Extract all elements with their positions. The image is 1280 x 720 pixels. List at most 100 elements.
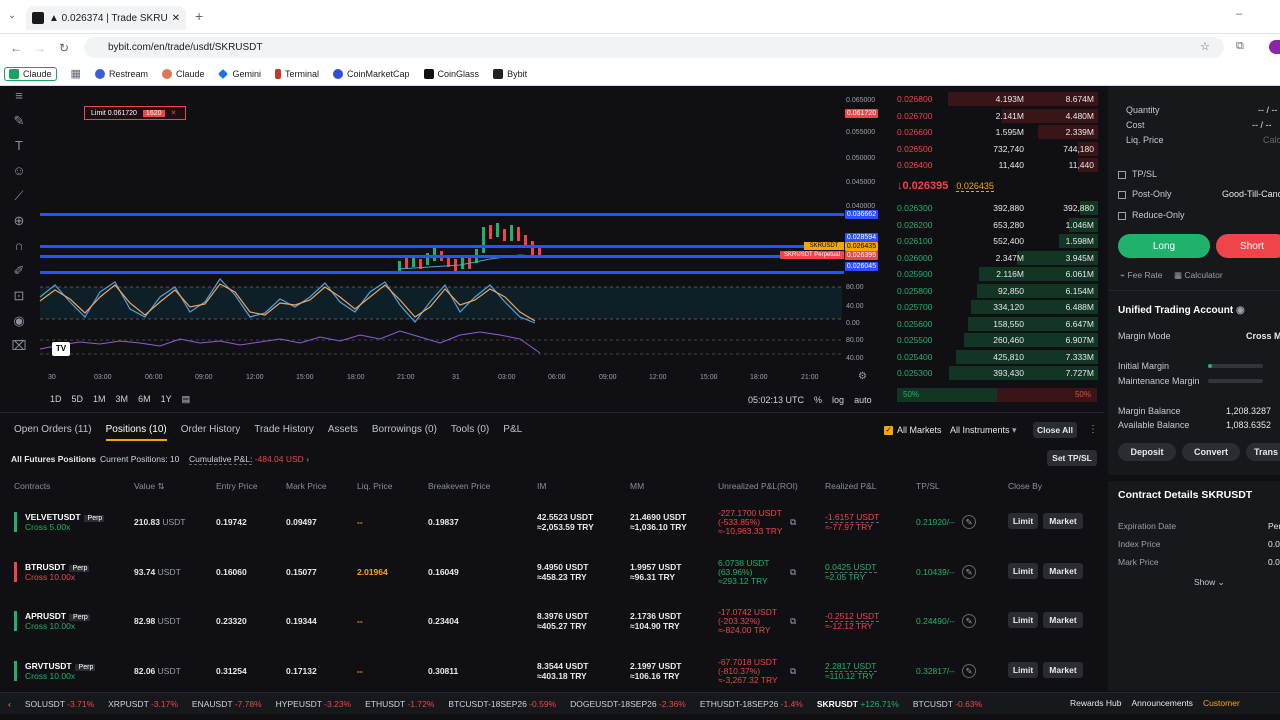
ticker-item[interactable]: HYPEUSDT -3.23% [276,699,351,709]
calendar-icon[interactable]: ▤ [182,394,191,405]
reload-icon[interactable]: ↻ [56,41,72,55]
customer-service-link[interactable]: Customer [1203,698,1240,708]
ticker-item[interactable]: ENAUSDT -7.78% [192,699,262,709]
bookmark-bybit[interactable]: Bybit [493,68,527,79]
close-all-button[interactable]: Close All [1033,422,1077,438]
range-5d[interactable]: 5D [72,394,84,405]
browser-tab[interactable]: ▲ 0.026374 | Trade SKRUSDT | B ✕ [26,6,186,30]
extensions-icon[interactable]: ⧉ [1236,40,1244,53]
ticker-item[interactable]: BTCUSDT-18SEP26 -0.59% [448,699,556,709]
ask-row[interactable]: 0.026700 2.141M 4.480M [892,108,1104,124]
bid-row[interactable]: 0.025300 393,430 7.727M [892,365,1104,381]
time-in-force-select[interactable]: Good-Till-Canc [1222,189,1280,199]
ticker-item[interactable]: ETHUSDT -1.72% [365,699,434,709]
leverage-mode[interactable]: Cross 10.00x [25,621,75,631]
bid-row[interactable]: 0.025800 92,850 6.154M [892,283,1104,299]
share-icon[interactable]: ⧉ [790,616,796,626]
liq-calc-link[interactable]: Calc [1263,135,1280,145]
ticker-item[interactable]: SOLUSDT -3.71% [25,699,94,709]
ask-row[interactable]: 0.026600 1.595M 2.339M [892,124,1104,140]
lock-icon[interactable]: ⊡ [10,288,28,306]
bookmark-gemini[interactable]: Gemini [218,69,261,79]
minimize-icon[interactable]: – [1236,8,1242,20]
all-markets-checkbox[interactable]: ✓ All Markets [884,425,942,435]
share-icon[interactable]: ⧉ [790,567,796,577]
new-tab-icon[interactable]: + [195,8,203,24]
rewards-hub-link[interactable]: Rewards Hub [1070,698,1122,708]
bookmark-star-icon[interactable]: ☆ [1200,40,1210,53]
ticker-item[interactable]: XRPUSDT -3.17% [108,699,178,709]
tab-tools[interactable]: Tools (0) [451,424,489,441]
leverage-mode[interactable]: Cross 10.00x [25,671,75,681]
edit-icon[interactable]: ✎ [962,515,976,529]
limit-close-button[interactable]: Limit [1008,661,1038,678]
close-tab-icon[interactable]: ✕ [172,13,180,24]
bookmark-restream[interactable]: Restream [94,68,148,79]
margin-mode-value[interactable]: Cross M [1246,331,1280,341]
more-options-icon[interactable]: ⋮ [1088,424,1098,435]
tpsl-checkbox[interactable]: TP/SL [1118,169,1157,179]
limit-close-button[interactable]: Limit [1008,612,1038,628]
bid-row[interactable]: 0.025500 260,460 6.907M [892,332,1104,348]
text-icon[interactable]: T [10,138,28,156]
pencil-lock-icon[interactable]: ✐ [10,263,28,281]
show-more-button[interactable]: Show ⌄ [1194,577,1225,588]
level-line-1[interactable] [40,213,844,216]
set-tpsl-button[interactable]: Set TP/SL [1047,450,1097,466]
market-close-button[interactable]: Market [1043,562,1083,579]
ask-row[interactable]: 0.026500 732,740 744,180 [892,141,1104,157]
calculator-link[interactable]: ▦ Calculator [1174,270,1223,281]
bid-row[interactable]: 0.025900 2.116M 6.061M [892,266,1104,282]
post-only-checkbox[interactable]: Post-Only [1118,189,1172,199]
bid-row[interactable]: 0.026300 392,880 392,880 [892,200,1104,216]
url-input[interactable]: bybit.com/en/trade/usdt/SKRUSDT [84,37,1224,58]
range-3m[interactable]: 3M [116,394,129,405]
ticker-item[interactable]: SKRUSDT +126.71% [817,699,899,709]
log-scale-toggle[interactable]: log [832,395,844,405]
tab-assets[interactable]: Assets [328,424,358,441]
bookmark-claude-2[interactable]: Claude [161,68,204,79]
edit-icon[interactable]: ✎ [962,663,976,678]
bid-row[interactable]: 0.026200 653,280 1.046M [892,217,1104,233]
range-6m[interactable]: 6M [138,394,151,405]
auto-scale-toggle[interactable]: auto [854,395,872,405]
back-icon[interactable]: ← [8,41,24,55]
level-line-4[interactable] [40,271,844,274]
limit-close-button[interactable]: Limit [1008,562,1038,579]
price-chart[interactable]: Limit 0.061720 1620 ✕ SKRUSDT SKRUSDT Pe… [0,87,886,409]
tpsl-value[interactable]: 0.21920/-- [916,517,955,527]
column-header[interactable]: Value ⇅ [134,481,165,492]
apps-grid-icon[interactable]: ▦ [71,67,81,80]
cancel-order-icon[interactable]: ✕ [171,109,177,117]
bookmark-coinmarketcap[interactable]: CoinMarketCap [333,68,410,79]
deposit-button[interactable]: Deposit [1118,443,1176,461]
tab-pnl[interactable]: P&L [503,424,522,441]
tab-list-icon[interactable]: ⌄ [8,10,16,21]
edit-icon[interactable]: ✎ [962,564,976,579]
tpsl-value[interactable]: 0.10439/-- [916,567,955,577]
tpsl-value[interactable]: 0.24490/-- [916,616,955,626]
ticker-item[interactable]: ETHUSDT-18SEP26 -1.4% [700,699,803,709]
level-line-3[interactable] [40,255,844,258]
forward-icon[interactable]: → [32,41,48,55]
tab-order-history[interactable]: Order History [181,424,240,441]
bid-row[interactable]: 0.025400 425,810 7.333M [892,349,1104,365]
market-close-button[interactable]: Market [1043,612,1083,628]
edit-icon[interactable]: ✎ [962,614,976,628]
menu-lines-icon[interactable]: ≡ [10,88,28,106]
share-icon[interactable]: ⧉ [790,666,796,676]
bid-row[interactable]: 0.025600 158,550 6.647M [892,316,1104,332]
magnet-icon[interactable]: ∩ [10,238,28,256]
share-icon[interactable]: ⧉ [790,517,796,527]
tab-borrowings[interactable]: Borrowings (0) [372,424,437,441]
cumulative-pnl[interactable]: Cumulative P&L: -484.04 USD › [189,454,309,465]
percent-scale-toggle[interactable]: % [814,395,822,405]
limit-order-label[interactable]: Limit 0.061720 1620 ✕ [84,106,186,120]
zoom-icon[interactable]: ⊕ [10,213,28,231]
ticker-scroll-left-icon[interactable]: ‹ [8,699,11,709]
all-futures-filter[interactable]: All Futures Positions [11,454,96,464]
profile-avatar[interactable] [1269,40,1280,54]
emoji-icon[interactable]: ☺ [10,163,28,181]
market-close-button[interactable]: Market [1043,513,1083,529]
fee-rate-link[interactable]: ⌁ Fee Rate [1120,270,1162,281]
